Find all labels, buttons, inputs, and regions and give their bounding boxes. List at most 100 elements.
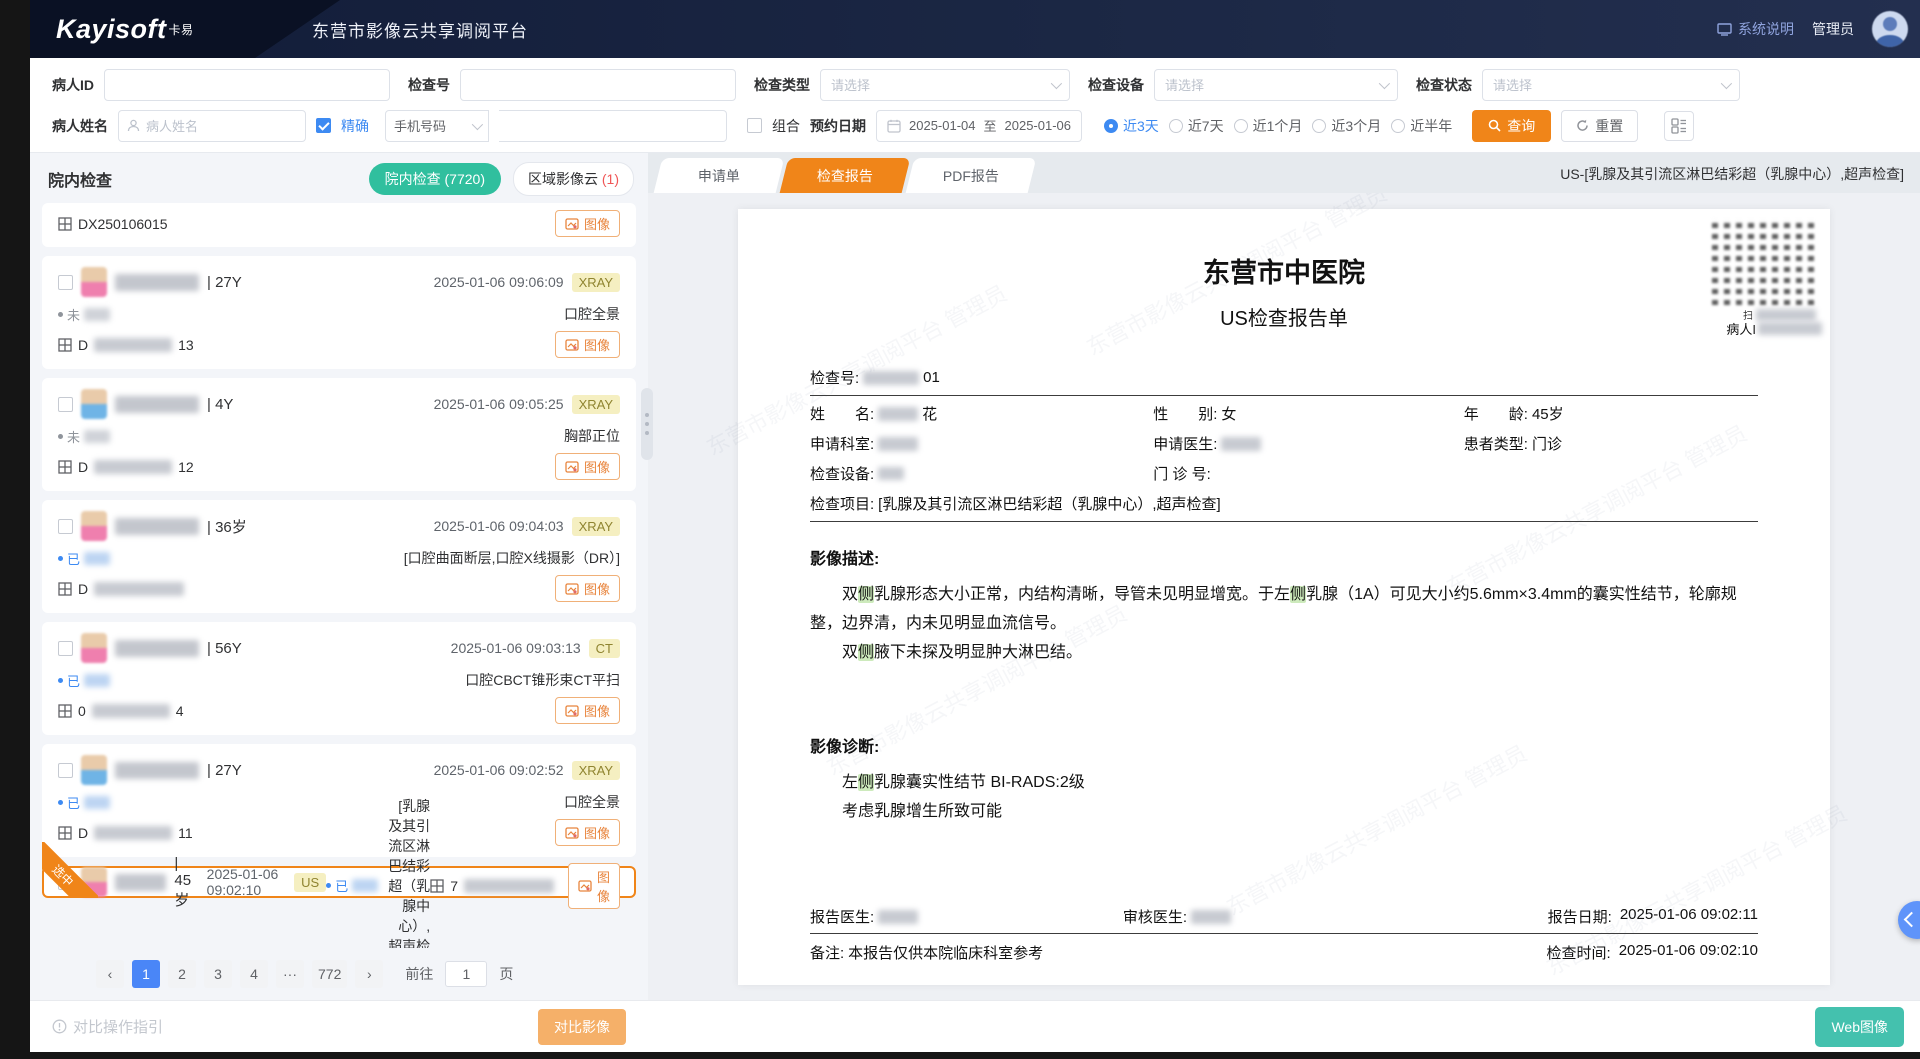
patient-avatar: [81, 867, 107, 897]
exam-datetime: 2025-01-06 09:04:03: [434, 518, 564, 534]
modality-badge: XRAY: [572, 761, 620, 780]
patient-age: | 27Y: [207, 762, 242, 779]
patient-name-label: 病人姓名: [52, 116, 108, 136]
page-button-1[interactable]: 1: [132, 960, 160, 988]
radio-dot-icon: [1312, 119, 1326, 133]
image-button[interactable]: 图像: [555, 210, 620, 237]
date-separator: 至: [984, 116, 997, 135]
exam-card[interactable]: | 27Y 2025-01-06 09:06:09 XRAY 未 口腔全景 D1…: [42, 256, 636, 369]
exam-name: [口腔曲面断层,口腔X线摄影（DR）]: [404, 548, 620, 568]
image-icon: [578, 880, 592, 892]
exam-card[interactable]: | 56Y 2025-01-06 09:03:13 CT 已 口腔CBCT锥形束…: [42, 622, 636, 735]
report-viewport[interactable]: 东营市影像云共享调阅平台 管理员 东营市影像云共享调阅平台 管理员 东营市影像云…: [648, 193, 1920, 1000]
exam-checkbox[interactable]: [58, 763, 73, 778]
exam-datetime: 2025-01-06 09:05:25: [434, 396, 564, 412]
device-select[interactable]: 请选择: [1154, 69, 1398, 101]
panel-splitter-handle[interactable]: [641, 388, 653, 460]
diag-heading: 影像诊断:: [810, 733, 1758, 757]
current-user[interactable]: 管理员: [1812, 19, 1854, 39]
image-icon: [565, 583, 579, 595]
patient-id-input[interactable]: [104, 69, 390, 101]
person-icon: [127, 119, 140, 132]
date-range-picker[interactable]: 2025-01-04 至 2025-01-06: [876, 110, 1082, 142]
read-status: 已: [58, 793, 110, 812]
layout-toggle-button[interactable]: [1664, 111, 1694, 141]
image-button[interactable]: 图像: [555, 819, 620, 846]
tab-regional-cloud[interactable]: 区域影像云 (1): [513, 162, 634, 196]
compare-images-button[interactable]: 对比影像: [538, 1009, 626, 1045]
exam-card[interactable]: | 4Y 2025-01-06 09:05:25 XRAY 未 胸部正位 D12: [42, 378, 636, 491]
user-avatar[interactable]: [1872, 11, 1908, 47]
goto-page-input[interactable]: [445, 961, 487, 987]
app-window: Kayisoft卡易 东营市影像云共享调阅平台 系统说明 管理员 病人ID 检查…: [30, 0, 1920, 1052]
image-button[interactable]: 图像: [555, 453, 620, 480]
image-button[interactable]: 图像: [555, 575, 620, 602]
patient-name-redacted: [115, 518, 199, 535]
tab-application-form[interactable]: 申请单: [654, 158, 785, 193]
status-select[interactable]: 请选择: [1482, 69, 1740, 101]
grid-id-icon: [58, 582, 72, 596]
grid-id-icon: [430, 879, 444, 893]
desc-text: 双侧腋下未探及明显肿大淋巴结。: [810, 639, 1758, 668]
patient-name-redacted: [115, 274, 199, 291]
image-button[interactable]: 图像: [555, 331, 620, 358]
search-button[interactable]: 查询: [1472, 110, 1551, 142]
prev-page-button[interactable]: ‹: [96, 960, 124, 988]
exact-checkbox[interactable]: [316, 118, 331, 133]
chevron-down-icon: [1051, 77, 1062, 88]
tab-internal-exams[interactable]: 院内检查 (7720): [369, 163, 501, 195]
range-6m-radio[interactable]: 近半年: [1391, 116, 1452, 136]
phone-type-select[interactable]: 手机号码: [385, 110, 489, 142]
exam-datetime: 2025-01-06 09:06:09: [434, 274, 564, 290]
combo-checkbox[interactable]: [747, 118, 762, 133]
logo: Kayisoft卡易: [56, 14, 194, 45]
tab-exam-report[interactable]: 检查报告: [780, 158, 911, 193]
compare-guide-link[interactable]: 对比操作指引: [52, 1016, 163, 1037]
range-3m-radio[interactable]: 近3个月: [1312, 116, 1381, 136]
exam-checkbox[interactable]: [58, 519, 73, 534]
exam-id: 04: [58, 703, 184, 719]
exam-name: 口腔全景: [564, 792, 620, 812]
exam-list[interactable]: DX250106015 图像 | 27Y: [30, 203, 648, 948]
page-button-2[interactable]: 2: [168, 960, 196, 988]
next-page-button[interactable]: ›: [355, 960, 383, 988]
range-7d-radio[interactable]: 近7天: [1169, 116, 1224, 136]
guide-icon: [52, 1019, 67, 1034]
range-3d-radio[interactable]: 近3天: [1104, 116, 1159, 136]
exam-checkbox[interactable]: [58, 875, 73, 890]
status-label: 检查状态: [1416, 75, 1472, 95]
exam-no-input[interactable]: [460, 69, 736, 101]
patient-name-redacted: [115, 874, 166, 891]
radio-dot-icon: [1391, 119, 1405, 133]
phone-input[interactable]: [499, 110, 727, 142]
page-button-772[interactable]: 772: [312, 960, 347, 988]
exact-label: 精确: [341, 116, 369, 136]
exam-name: [乳腺及其引流区淋巴结彩超（乳腺中心）,超声检查]: [386, 796, 430, 949]
tab-pdf-report[interactable]: PDF报告: [906, 158, 1037, 193]
exam-type-label: 检查类型: [754, 75, 810, 95]
diag-text: 考虑乳腺增生所致可能: [810, 798, 1758, 827]
calendar-icon: [887, 119, 901, 133]
system-help-link[interactable]: 系统说明: [1717, 19, 1794, 39]
reset-button[interactable]: 重置: [1561, 110, 1638, 142]
exam-checkbox[interactable]: [58, 641, 73, 656]
range-1m-radio[interactable]: 近1个月: [1234, 116, 1303, 136]
more-pages-button[interactable]: ···: [276, 960, 304, 988]
exam-type-select[interactable]: 请选择: [820, 69, 1070, 101]
field-req-doctor: 申请医生:: [1153, 433, 1464, 454]
web-image-button[interactable]: Web图像: [1815, 1007, 1904, 1047]
image-button[interactable]: 图像: [568, 863, 620, 909]
patient-name-input[interactable]: 病人姓名: [118, 110, 306, 142]
exam-checkbox[interactable]: [58, 397, 73, 412]
report-patient-id: 病人I: [1726, 319, 1822, 338]
page-button-4[interactable]: 4: [240, 960, 268, 988]
field-patient-type: 患者类型:门诊: [1464, 433, 1758, 454]
exam-card[interactable]: | 36岁 2025-01-06 09:04:03 XRAY 已 [口腔曲面断层…: [42, 500, 636, 613]
field-age: 年 龄:45岁: [1464, 403, 1758, 424]
exam-card-selected[interactable]: | 45岁 2025-01-06 09:02:10 US 已 [乳腺及其引流区淋…: [42, 866, 636, 898]
report-date: 报告日期:2025-01-06 09:02:11: [1548, 906, 1758, 927]
exam-card-partial[interactable]: DX250106015 图像: [42, 203, 636, 247]
page-button-3[interactable]: 3: [204, 960, 232, 988]
exam-checkbox[interactable]: [58, 275, 73, 290]
image-button[interactable]: 图像: [555, 697, 620, 724]
